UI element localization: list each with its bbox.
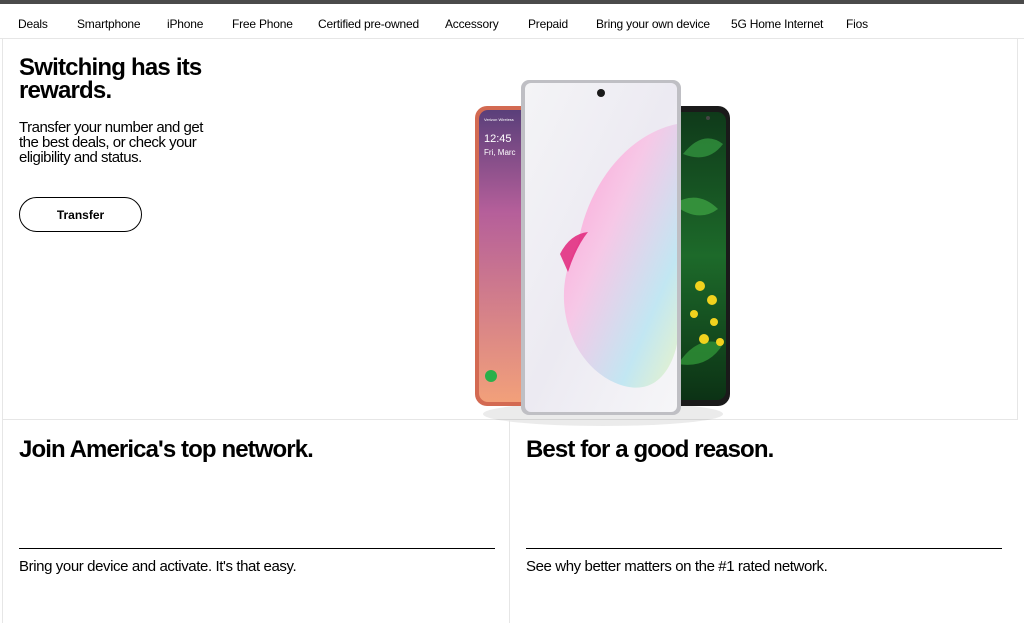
app-icon [485, 370, 497, 382]
nav-item-accessory[interactable]: Accessory [445, 17, 499, 31]
transfer-button[interactable]: Transfer [19, 197, 142, 232]
phone-carrier: Verizon Wireless [484, 117, 514, 122]
nav-item-iphone[interactable]: iPhone [167, 17, 203, 31]
info-cards: Join America's top network. Bring your d… [2, 420, 1018, 623]
network-card-text: Bring your device and activate. It's tha… [19, 558, 297, 575]
divider [526, 548, 1002, 549]
hero-subtitle: Transfer your number and get the best de… [19, 119, 203, 166]
hero-title: Switching has its rewards. [19, 54, 202, 104]
nav-item-5g-home-internet[interactable]: 5G Home Internet [731, 17, 823, 31]
reason-card-text: See why better matters on the #1 rated n… [526, 558, 828, 575]
switching-hero: Switching has its rewards. Transfer your… [2, 39, 1018, 426]
phone-time: 12:45 [484, 133, 512, 145]
nav-item-deals[interactable]: Deals [18, 17, 48, 31]
nav-item-free-phone[interactable]: Free Phone [232, 17, 293, 31]
nav-item-smartphone[interactable]: Smartphone [77, 17, 141, 31]
divider [19, 548, 495, 549]
category-nav: Deals Smartphone iPhone Free Phone Certi… [0, 4, 1024, 39]
nav-item-certified-pre-owned[interactable]: Certified pre-owned [318, 17, 419, 31]
phones-image: Verizon Wireless 12:45 Fri, Marc [475, 80, 730, 426]
front-camera [597, 89, 605, 97]
reason-card[interactable]: Best for a good reason. See why better m… [510, 420, 1018, 623]
nav-item-prepaid[interactable]: Prepaid [528, 17, 568, 31]
network-card[interactable]: Join America's top network. Bring your d… [2, 420, 510, 623]
phone-date: Fri, Marc [484, 148, 516, 157]
network-card-title: Join America's top network. [19, 436, 314, 463]
nav-item-fios[interactable]: Fios [846, 17, 868, 31]
nav-item-bring-your-own-device[interactable]: Bring your own device [596, 17, 710, 31]
reason-card-title: Best for a good reason. [526, 436, 774, 463]
